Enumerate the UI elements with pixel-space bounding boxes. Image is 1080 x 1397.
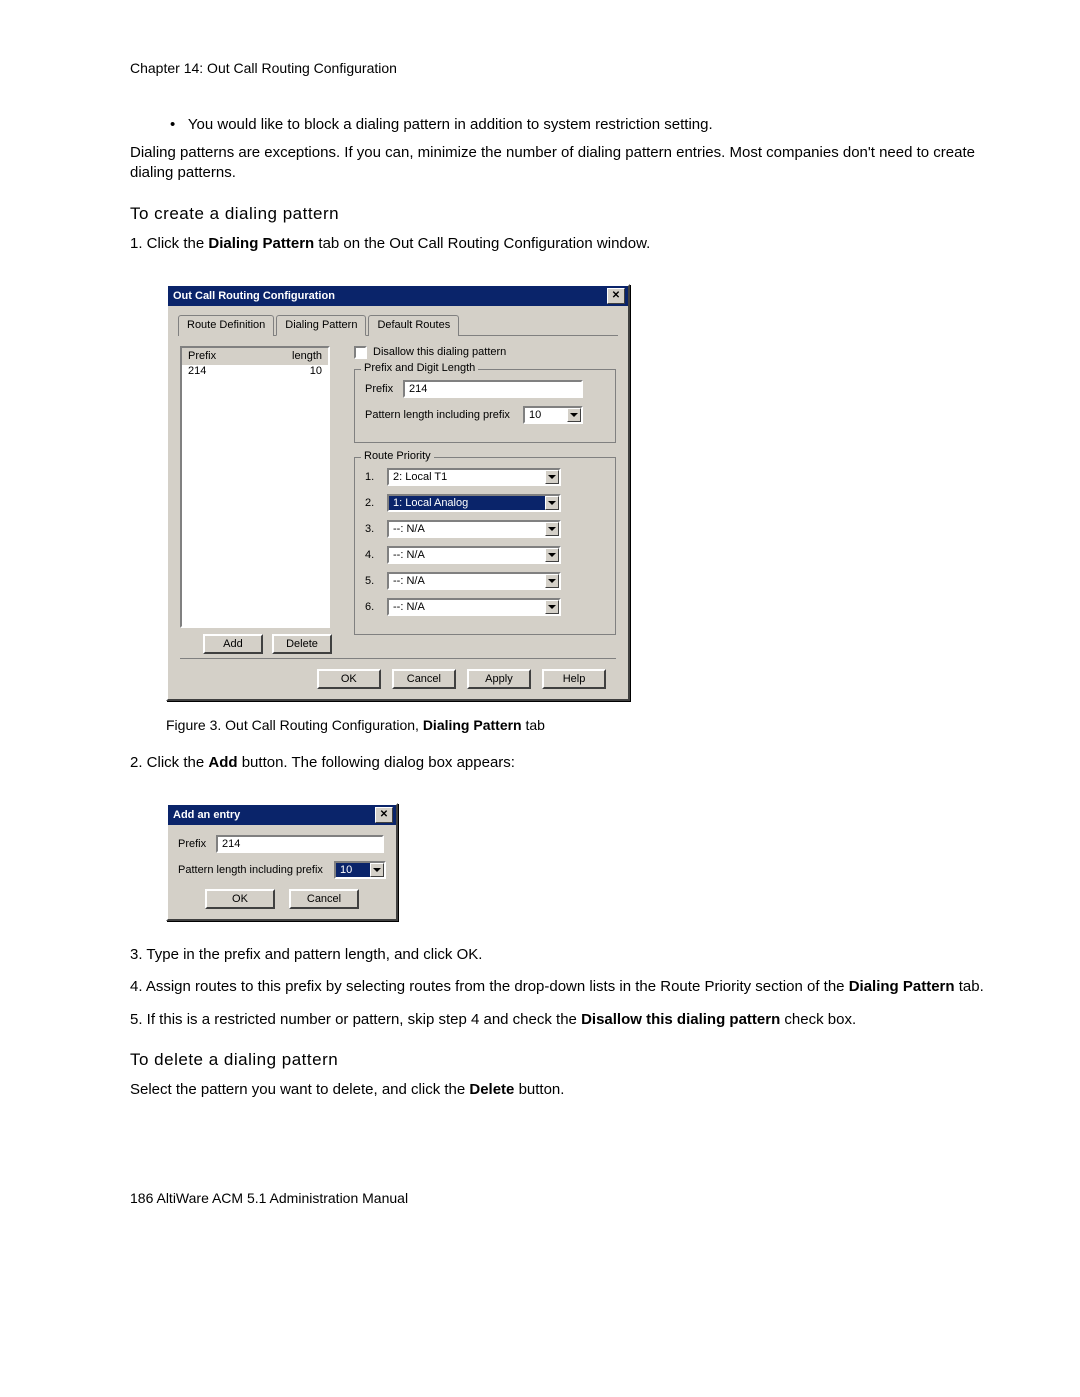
step-3: 3. Type in the prefix and pattern length…: [130, 945, 990, 965]
tab-dialing-pattern[interactable]: Dialing Pattern: [276, 315, 366, 336]
group-label: Route Priority: [361, 450, 434, 462]
prefix-input[interactable]: 214: [216, 835, 384, 853]
pattern-length-label: Pattern length including prefix: [178, 864, 328, 876]
prefix-label: Prefix: [365, 383, 397, 395]
step-4: 4. Assign routes to this prefix by selec…: [130, 977, 990, 997]
route-dropdown[interactable]: --: N/A: [387, 546, 561, 564]
route-number: 2.: [365, 497, 377, 509]
route-row: 5. --: N/A: [365, 572, 605, 590]
chevron-down-icon[interactable]: [545, 496, 559, 510]
page-footer: 186 AltiWare ACM 5.1 Administration Manu…: [130, 1190, 990, 1206]
route-number: 4.: [365, 549, 377, 561]
bullet-text: You would like to block a dialing patter…: [188, 116, 713, 133]
ok-button[interactable]: OK: [205, 889, 275, 909]
chevron-down-icon[interactable]: [545, 522, 559, 536]
delete-paragraph: Select the pattern you want to delete, a…: [130, 1080, 990, 1100]
delete-button[interactable]: Delete: [272, 634, 332, 654]
route-dropdown[interactable]: --: N/A: [387, 598, 561, 616]
add-entry-dialog: Add an entry ✕ Prefix 214 Pattern length…: [166, 803, 398, 921]
figure-caption: Figure 3. Out Call Routing Configuration…: [166, 717, 990, 733]
pattern-length-dropdown[interactable]: 10: [523, 406, 583, 424]
out-call-routing-dialog: Out Call Routing Configuration ✕ Route D…: [166, 284, 630, 701]
body-paragraph: Dialing patterns are exceptions. If you …: [130, 143, 990, 184]
heading-delete: To delete a dialing pattern: [130, 1050, 990, 1070]
route-row: 6. --: N/A: [365, 598, 605, 616]
group-route-priority: Route Priority 1.2: Local T12.1: Local A…: [354, 457, 616, 635]
route-dropdown[interactable]: --: N/A: [387, 520, 561, 538]
chevron-down-icon[interactable]: [567, 408, 581, 422]
tab-route-definition[interactable]: Route Definition: [178, 315, 274, 336]
list-header: Prefix length: [182, 348, 328, 365]
chevron-down-icon[interactable]: [545, 574, 559, 588]
disallow-checkbox[interactable]: [354, 346, 367, 359]
close-icon[interactable]: ✕: [607, 288, 625, 304]
chevron-down-icon[interactable]: [545, 548, 559, 562]
tabs: Route Definition Dialing Pattern Default…: [178, 314, 618, 336]
title-bar: Add an entry ✕: [168, 805, 396, 825]
window-title: Add an entry: [171, 809, 240, 821]
route-number: 3.: [365, 523, 377, 535]
route-dropdown[interactable]: --: N/A: [387, 572, 561, 590]
chevron-down-icon[interactable]: [370, 863, 384, 877]
route-row: 2. 1: Local Analog: [365, 494, 605, 512]
route-row: 3. --: N/A: [365, 520, 605, 538]
prefix-input[interactable]: 214: [403, 380, 583, 398]
step-5: 5. If this is a restricted number or pat…: [130, 1010, 990, 1030]
window-title: Out Call Routing Configuration: [171, 290, 335, 302]
route-dropdown[interactable]: 2: Local T1: [387, 468, 561, 486]
prefix-label: Prefix: [178, 838, 210, 850]
group-prefix-digit-length: Prefix and Digit Length Prefix 214 Patte…: [354, 369, 616, 443]
pattern-length-dropdown[interactable]: 10: [334, 861, 386, 879]
help-button[interactable]: Help: [542, 669, 606, 689]
dialog-footer: OK Cancel Apply Help: [180, 658, 616, 689]
apply-button[interactable]: Apply: [467, 669, 531, 689]
chapter-header: Chapter 14: Out Call Routing Configurati…: [130, 60, 990, 76]
route-number: 6.: [365, 601, 377, 613]
cancel-button[interactable]: Cancel: [289, 889, 359, 909]
route-row: 4. --: N/A: [365, 546, 605, 564]
ok-button[interactable]: OK: [317, 669, 381, 689]
bullet-item: • You would like to block a dialing patt…: [170, 116, 990, 133]
step-1: 1. Click the Dialing Pattern tab on the …: [130, 234, 990, 254]
close-icon[interactable]: ✕: [375, 807, 393, 823]
bullet-dot: •: [170, 116, 184, 133]
cancel-button[interactable]: Cancel: [392, 669, 456, 689]
pattern-length-label: Pattern length including prefix: [365, 409, 517, 421]
heading-create: To create a dialing pattern: [130, 204, 990, 224]
pattern-list[interactable]: Prefix length 214 10: [180, 346, 330, 628]
chevron-down-icon[interactable]: [545, 600, 559, 614]
route-number: 5.: [365, 575, 377, 587]
list-row[interactable]: 214 10: [182, 365, 328, 377]
route-number: 1.: [365, 471, 377, 483]
disallow-label: Disallow this dialing pattern: [373, 346, 506, 358]
route-dropdown[interactable]: 1: Local Analog: [387, 494, 561, 512]
group-label: Prefix and Digit Length: [361, 362, 478, 374]
title-bar: Out Call Routing Configuration ✕: [168, 286, 628, 306]
route-row: 1. 2: Local T1: [365, 468, 605, 486]
chevron-down-icon[interactable]: [545, 470, 559, 484]
add-button[interactable]: Add: [203, 634, 263, 654]
step-2: 2. Click the Add button. The following d…: [130, 753, 990, 773]
tab-default-routes[interactable]: Default Routes: [368, 315, 459, 336]
